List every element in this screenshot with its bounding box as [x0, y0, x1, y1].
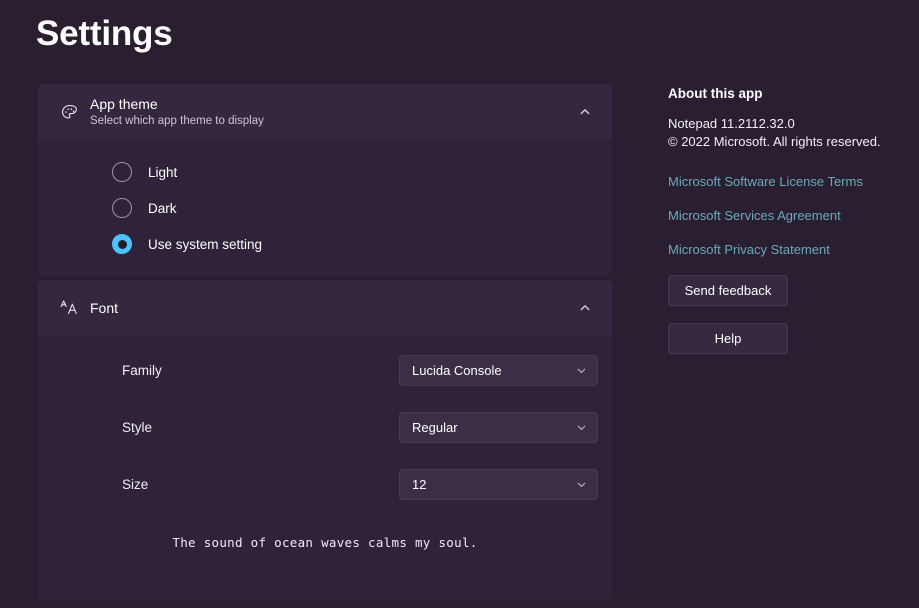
radio-option-use-system-setting[interactable]: Use system setting: [38, 226, 612, 262]
font-style-value: Regular: [412, 420, 458, 435]
font-card: Font Family Lucida Console Style Regular…: [38, 280, 612, 600]
about-panel: About this app Notepad 11.2112.32.0 © 20…: [668, 86, 908, 354]
chevron-down-icon: [574, 365, 588, 376]
font-family-dropdown[interactable]: Lucida Console: [399, 355, 598, 386]
font-style-row: Style Regular: [38, 399, 612, 456]
font-family-row: Family Lucida Console: [38, 342, 612, 399]
radio-mark: [112, 198, 132, 218]
help-button[interactable]: Help: [668, 323, 788, 354]
radio-mark: [112, 162, 132, 182]
palette-icon: [52, 103, 86, 122]
font-family-value: Lucida Console: [412, 363, 502, 378]
copyright-notice: © 2022 Microsoft. All rights reserved.: [668, 134, 881, 149]
radio-label: Dark: [148, 200, 177, 216]
app-theme-subtitle: Select which app theme to display: [90, 114, 264, 127]
chevron-down-icon: [574, 479, 588, 490]
send-feedback-button[interactable]: Send feedback: [668, 275, 788, 306]
chevron-up-icon[interactable]: [574, 106, 596, 118]
app-version: Notepad 11.2112.32.0: [668, 116, 795, 131]
about-heading: About this app: [668, 86, 763, 101]
chevron-up-icon[interactable]: [574, 302, 596, 314]
font-size-icon: [52, 298, 86, 318]
radio-label: Use system setting: [148, 236, 263, 252]
radio-mark-selected: [112, 234, 132, 254]
radio-option-light[interactable]: Light: [38, 154, 612, 190]
page-title: Settings: [36, 14, 173, 53]
font-size-dropdown[interactable]: 12: [399, 469, 598, 500]
settings-column: App theme Select which app theme to disp…: [38, 84, 612, 600]
app-theme-card: App theme Select which app theme to disp…: [38, 84, 612, 276]
link-services-agreement[interactable]: Microsoft Services Agreement: [668, 207, 908, 224]
font-header-text: Font: [86, 300, 574, 317]
link-software-license-terms[interactable]: Microsoft Software License Terms: [668, 173, 908, 190]
app-theme-title: App theme: [90, 95, 158, 112]
app-theme-header[interactable]: App theme Select which app theme to disp…: [38, 84, 612, 140]
font-title: Font: [90, 299, 119, 316]
font-size-row: Size 12: [38, 456, 612, 513]
font-header[interactable]: Font: [38, 280, 612, 336]
font-size-label: Size: [122, 477, 149, 492]
app-theme-header-text: App theme Select which app theme to disp…: [86, 96, 574, 129]
font-preview-text: The sound of ocean waves calms my soul.: [172, 535, 478, 550]
settings-page: Settings App theme Select which app them: [0, 0, 919, 608]
about-links: Microsoft Software License Terms Microso…: [668, 173, 908, 258]
font-size-value: 12: [412, 477, 427, 492]
chevron-down-icon: [574, 422, 588, 433]
radio-option-dark[interactable]: Dark: [38, 190, 612, 226]
font-style-dropdown[interactable]: Regular: [399, 412, 598, 443]
font-family-label: Family: [122, 363, 162, 378]
radio-label: Light: [148, 164, 178, 180]
app-theme-options: Light Dark Use system setting: [38, 140, 612, 276]
font-settings: Family Lucida Console Style Regular Size…: [38, 336, 612, 600]
link-privacy-statement[interactable]: Microsoft Privacy Statement: [668, 241, 908, 258]
font-style-label: Style: [122, 420, 153, 435]
